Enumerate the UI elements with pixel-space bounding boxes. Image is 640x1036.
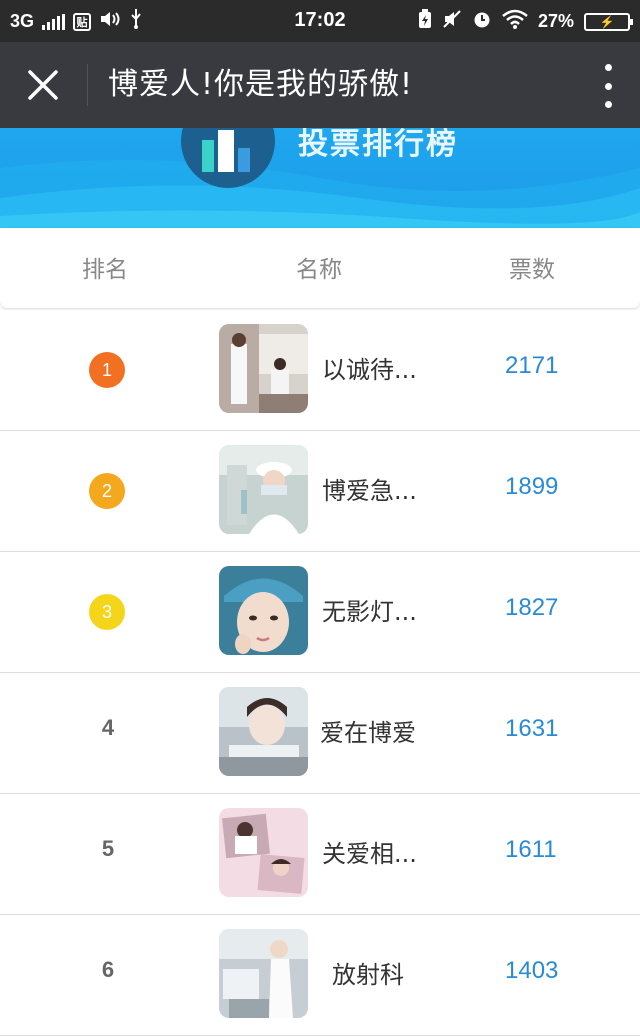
ranking-table-header: 排名 名称 票数 [0, 228, 640, 308]
rank-number: 5 [101, 836, 115, 861]
header-votes: 票数 [509, 257, 555, 283]
podium-icon [181, 128, 275, 188]
page-title: 博爱人!你是我的骄傲! [108, 67, 414, 102]
ranking-list: 1 以诚待... 2171 2 博爱急... 1899 3 无影灯... 182… [0, 310, 640, 1036]
entry-name: 以诚待... [322, 356, 417, 384]
title-divider [87, 64, 88, 106]
header-rank: 排名 [82, 257, 128, 283]
entry-name: 关爱相... [322, 840, 417, 868]
entry-photo [219, 566, 308, 655]
vote-count: 1631 [505, 715, 559, 742]
battery-icon: ⚡ [584, 12, 633, 31]
alarm-icon [472, 9, 492, 34]
more-vertical-icon [604, 64, 612, 71]
rank-number: 4 [101, 715, 115, 740]
entry-name: 无影灯... [322, 598, 417, 626]
rank-badge-bronze: 3 [89, 594, 125, 630]
ranking-row[interactable]: 6 放射科 1403 [0, 915, 640, 1036]
status-bar: 3G 贴 17:02 27% ⚡ [0, 0, 640, 42]
entry-photo [219, 808, 308, 897]
entry-photo [219, 324, 308, 413]
entry-name: 博爱急... [322, 477, 417, 505]
charging-icon [418, 9, 432, 34]
rank-badge-gold: 1 [89, 352, 125, 388]
entry-photo [219, 687, 308, 776]
title-bar: 博爱人!你是我的骄傲! [0, 42, 640, 128]
vote-count: 2171 [505, 352, 559, 379]
status-right: 27% ⚡ [418, 9, 633, 34]
entry-photo [219, 445, 308, 534]
vote-count: 1827 [505, 594, 559, 621]
ranking-row[interactable]: 5 关爱相... 1611 [0, 794, 640, 915]
rank-number: 6 [101, 957, 115, 982]
close-button[interactable] [20, 62, 66, 108]
vote-count: 1899 [505, 473, 559, 500]
wifi-icon [502, 9, 528, 34]
battery-percent: 27% [537, 11, 574, 31]
rank-badge-silver: 2 [89, 473, 125, 509]
vote-count: 1611 [505, 836, 557, 863]
banner-title: 投票排行榜 [298, 128, 458, 162]
vote-count: 1403 [505, 957, 559, 984]
ranking-row[interactable]: 2 博爱急... 1899 [0, 431, 640, 552]
banner: 投票排行榜 [0, 128, 640, 228]
header-name: 名称 [296, 257, 342, 283]
entry-name: 放射科 [332, 961, 404, 989]
entry-name: 爱在博爱 [320, 719, 416, 747]
ranking-row[interactable]: 3 无影灯... 1827 [0, 552, 640, 673]
ranking-row[interactable]: 4 爱在博爱 1631 [0, 673, 640, 794]
ranking-row[interactable]: 1 以诚待... 2171 [0, 310, 640, 431]
entry-photo [219, 929, 308, 1018]
close-icon [28, 70, 58, 100]
more-menu-button[interactable] [600, 64, 616, 108]
mute-icon [442, 9, 462, 34]
